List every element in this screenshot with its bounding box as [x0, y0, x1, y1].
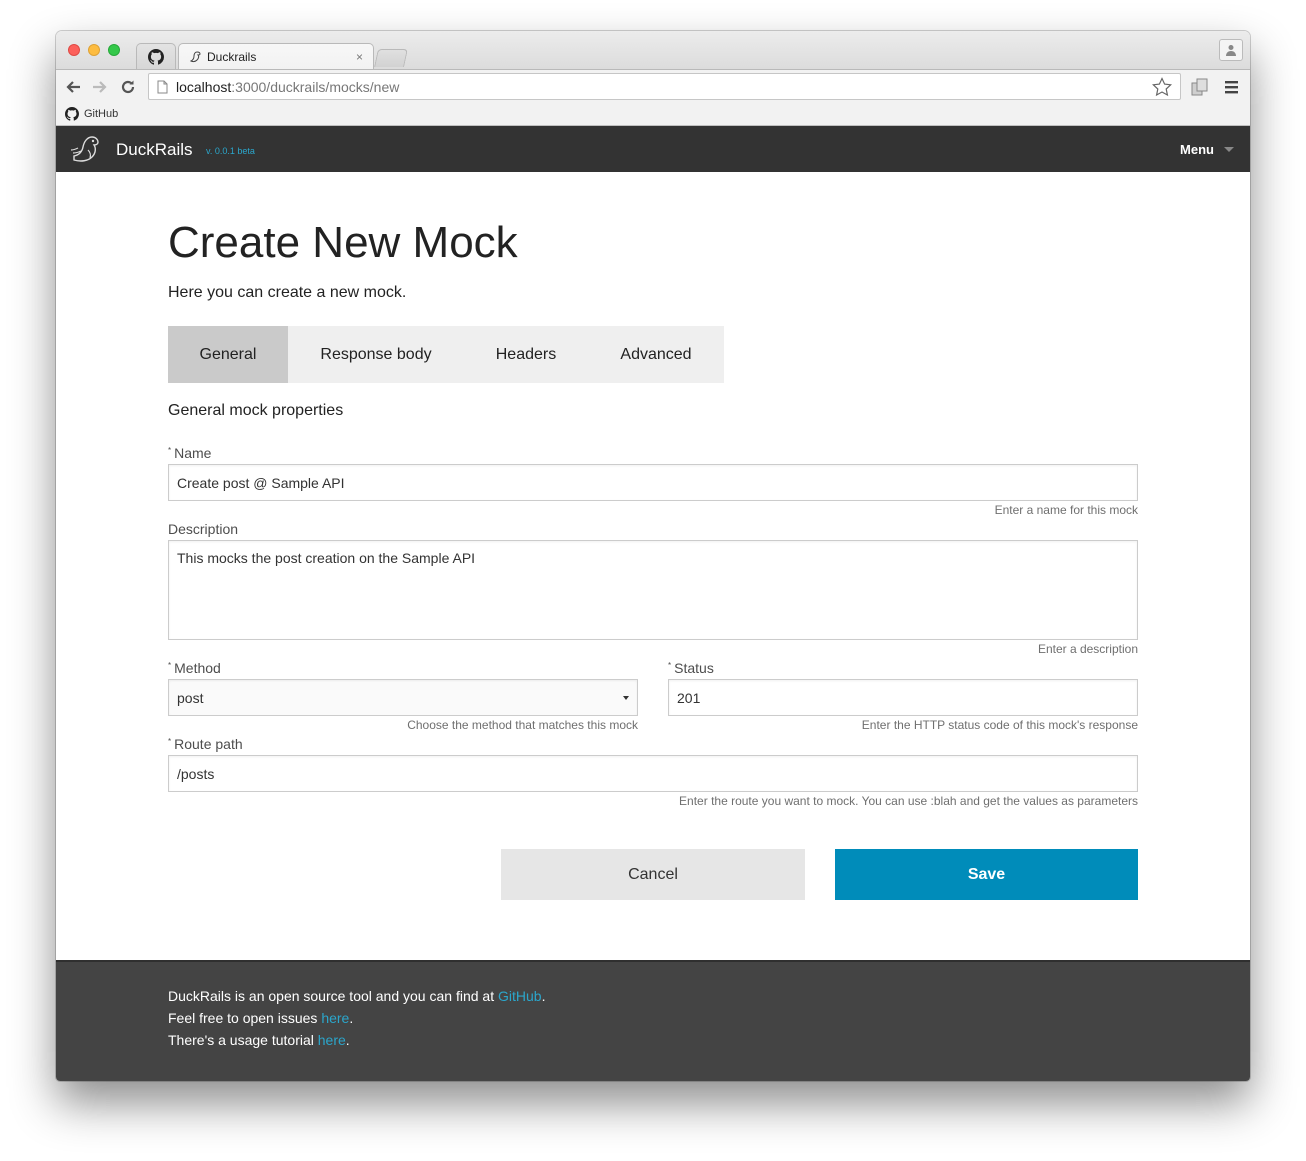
name-label: * Name [168, 445, 212, 461]
required-marker: * [168, 737, 172, 746]
section-title: General mock properties [168, 402, 344, 419]
issues-link[interactable]: here [321, 1010, 349, 1026]
required-marker: * [168, 446, 172, 455]
browser-tab-duckrails[interactable]: Duckrails × [178, 43, 374, 70]
route-path-label: * Route path [168, 736, 243, 752]
mock-tabs: General Response body Headers Advanced [168, 326, 724, 383]
github-link[interactable]: GitHub [498, 988, 542, 1004]
bookmark-star-icon[interactable] [1152, 77, 1172, 97]
page-title: Create New Mock [168, 218, 518, 267]
url-path: :3000/duckrails/mocks/new [231, 78, 400, 95]
footer-text: DuckRails is an open source tool and you… [168, 985, 545, 1051]
route-path-hint: Enter the route you want to mock. You ca… [679, 794, 1138, 808]
close-tab-icon[interactable]: × [356, 50, 363, 64]
status-value: 201 [677, 689, 701, 706]
name-input[interactable]: Create post @ Sample API [168, 464, 1138, 501]
description-textarea[interactable]: This mocks the post creation on the Samp… [168, 540, 1138, 640]
zoom-window-button[interactable] [108, 44, 120, 56]
tab-general[interactable]: General [168, 326, 288, 383]
page-icon [157, 80, 168, 93]
tab-title: Duckrails [207, 50, 257, 64]
method-select[interactable]: post [168, 679, 638, 716]
new-tab-button[interactable] [374, 49, 408, 67]
browser-toolbar: localhost:3000/duckrails/mocks/new [56, 69, 1250, 103]
tab-advanced[interactable]: Advanced [588, 326, 724, 383]
version-label: v. 0.0.1 beta [206, 146, 255, 156]
minimize-window-button[interactable] [88, 44, 100, 56]
back-button[interactable] [62, 76, 84, 98]
browser-titlebar: Duckrails × [56, 31, 1250, 70]
app-navbar: DuckRails v. 0.0.1 beta Menu [56, 126, 1250, 172]
duck-favicon-icon [189, 51, 201, 63]
status-label: * Status [668, 660, 714, 676]
page-footer: DuckRails is an open source tool and you… [56, 960, 1250, 1081]
close-window-button[interactable] [68, 44, 80, 56]
person-icon [1226, 45, 1236, 56]
method-value: post [177, 689, 204, 706]
method-label: * Method [168, 660, 221, 676]
footer-line-tutorial: There's a usage tutorial here. [168, 1032, 350, 1048]
required-marker: * [668, 661, 672, 670]
status-input[interactable]: 201 [668, 679, 1138, 716]
menu-label: Menu [1180, 142, 1214, 157]
reload-button[interactable] [117, 76, 139, 98]
hamburger-menu-icon[interactable] [1224, 77, 1240, 97]
route-path-value: /posts [177, 765, 215, 782]
required-marker: * [168, 661, 172, 670]
name-input-value: Create post @ Sample API [177, 474, 345, 491]
arrow-right-icon [93, 81, 107, 93]
brand-name[interactable]: DuckRails [116, 140, 193, 160]
tutorial-link[interactable]: here [318, 1032, 346, 1048]
url-text: localhost:3000/duckrails/mocks/new [176, 79, 399, 95]
github-icon [148, 49, 164, 65]
url-host: localhost [176, 78, 232, 95]
chevron-down-icon [1224, 147, 1234, 152]
reload-icon [121, 80, 135, 94]
tab-headers[interactable]: Headers [464, 326, 588, 383]
status-hint: Enter the HTTP status code of this mock'… [861, 718, 1138, 732]
cancel-button[interactable]: Cancel [501, 849, 805, 900]
menu-dropdown[interactable]: Menu [1180, 142, 1234, 157]
bookmarks-bar: GitHub [56, 103, 1250, 126]
save-button[interactable]: Save [835, 849, 1138, 900]
github-icon [65, 107, 79, 121]
route-path-input[interactable]: /posts [168, 755, 1138, 792]
arrow-left-icon [66, 81, 80, 93]
browser-window: Duckrails × localhost:3000/duckrails/moc… [56, 31, 1250, 1081]
extension-icon[interactable] [1190, 77, 1210, 97]
bookmark-github[interactable]: GitHub [84, 108, 118, 120]
forward-button[interactable] [89, 76, 111, 98]
page-subtitle: Here you can create a new mock. [168, 284, 407, 301]
method-hint: Choose the method that matches this mock [407, 718, 638, 732]
duck-logo-icon[interactable] [70, 134, 102, 164]
profile-button[interactable] [1219, 39, 1243, 61]
description-value: This mocks the post creation on the Samp… [177, 550, 476, 566]
footer-line-github: DuckRails is an open source tool and you… [168, 988, 546, 1004]
address-bar[interactable]: localhost:3000/duckrails/mocks/new [148, 73, 1181, 100]
description-hint: Enter a description [1037, 642, 1138, 656]
chevron-down-icon [623, 695, 629, 700]
tab-response-body[interactable]: Response body [288, 326, 464, 383]
name-hint: Enter a name for this mock [994, 503, 1138, 517]
pinned-tab-github[interactable] [136, 43, 176, 70]
footer-line-issues: Feel free to open issues here. [168, 1010, 354, 1026]
description-label: Description [168, 521, 239, 537]
